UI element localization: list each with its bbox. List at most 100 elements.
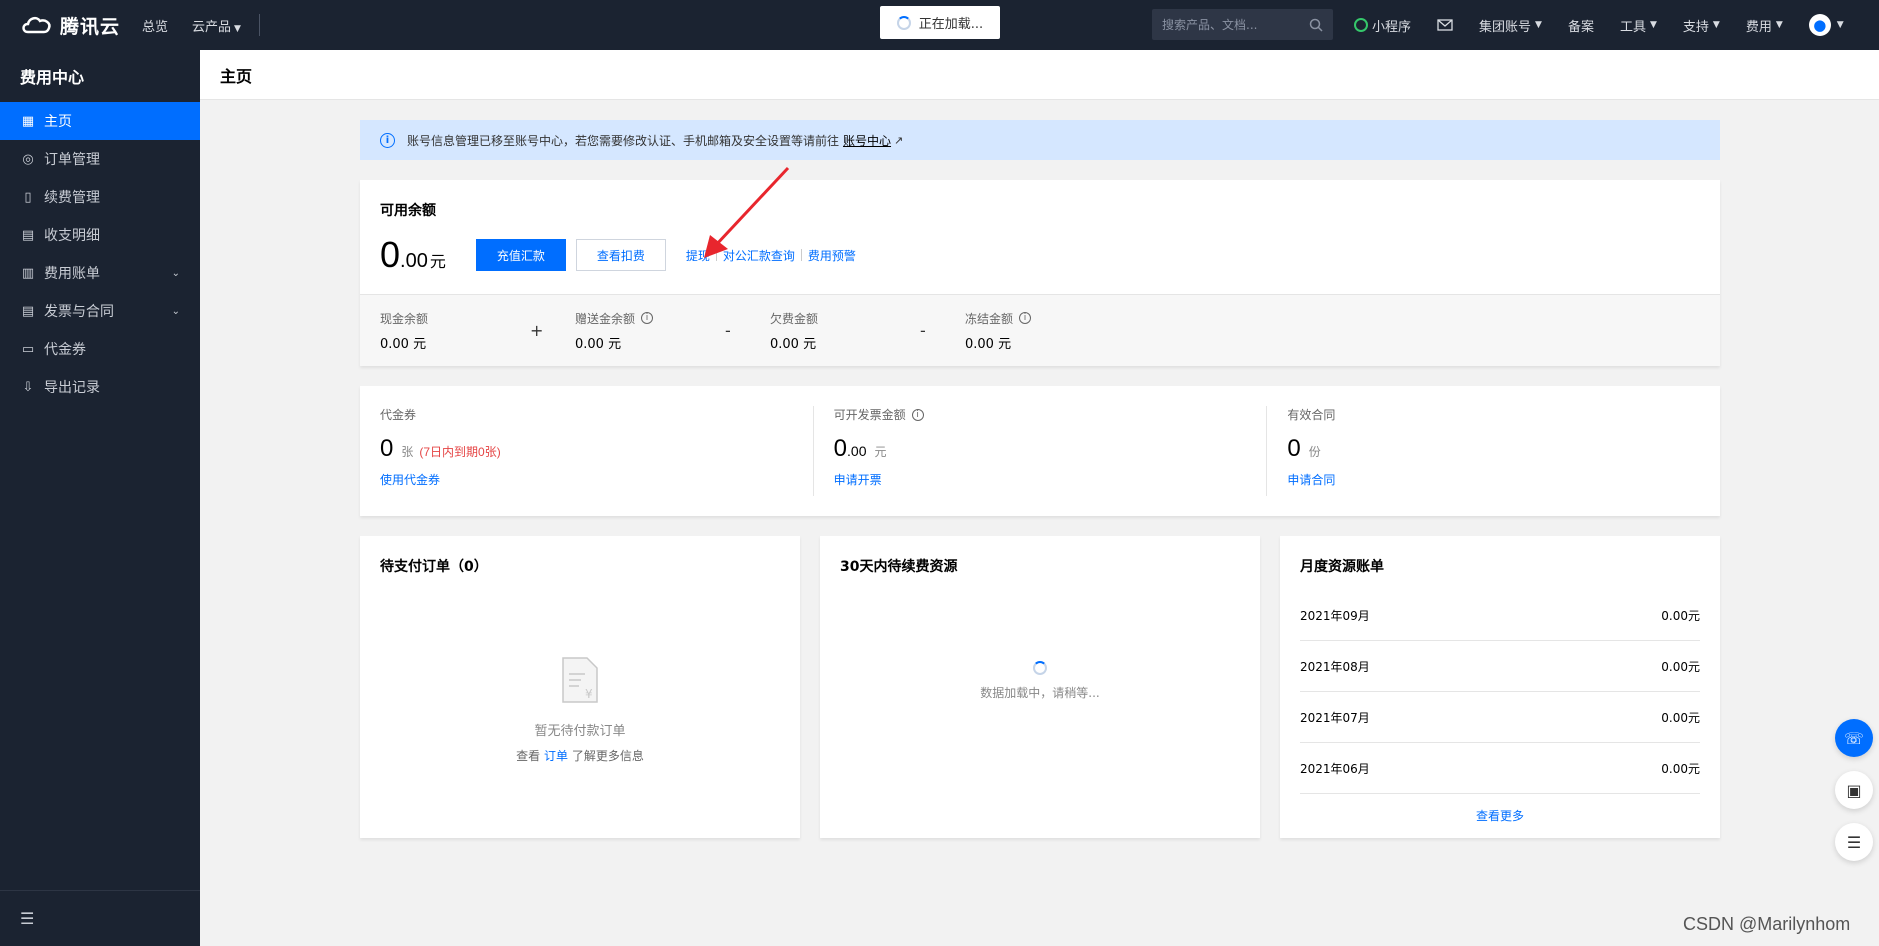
book-icon[interactable]: ▣ [1835, 771, 1873, 809]
search-icon[interactable] [1309, 18, 1323, 32]
stats-card: 代金券 0 张 (7日内到期0张) 使用代金券 可开发票金额 i 0.00 元 申请开票… [360, 386, 1720, 516]
bill-amount: 0.00元 [1661, 710, 1700, 725]
cash-balance: 现金余额 0.00 元 [380, 310, 530, 352]
sidebar-item-export[interactable]: ⇩ 导出记录 [0, 368, 200, 406]
contract-count: 0 [1287, 435, 1301, 462]
view-more-link[interactable]: 查看更多 [1280, 807, 1720, 824]
minus-operator: - [725, 321, 731, 340]
info-icon[interactable]: i [641, 312, 654, 324]
nav-icp-label: 备案 [1567, 19, 1594, 35]
gift-balance-label: 赠送金余额 [575, 311, 636, 326]
bill-row[interactable]: 2021年06月 0.00元 [1300, 743, 1700, 794]
sidebar-item-orders[interactable]: ◎ 订单管理 [0, 140, 200, 178]
brand-name: 腾讯云 [60, 15, 121, 38]
nav-tools[interactable]: 工具 ▼ [1620, 16, 1657, 35]
nav-tools-label: 工具 [1619, 19, 1646, 35]
voucher-icon: ▭ [21, 341, 35, 357]
sidebar-item-voucher[interactable]: ▭ 代金券 [0, 330, 200, 368]
external-link-icon: ↗ [894, 133, 904, 147]
bill-month: 2021年08月 [1300, 659, 1370, 674]
notice-text: 账号信息管理已移至账号中心，若您需要修改认证、手机邮箱及安全设置等请前往 [407, 133, 840, 148]
detail-icon: ▤ [21, 227, 35, 243]
info-icon[interactable]: i [1019, 312, 1032, 324]
caret-down-icon: ▼ [234, 23, 241, 34]
caret-down-icon: ▼ [1836, 20, 1844, 30]
nav-icp[interactable]: 备案 [1568, 16, 1594, 35]
bill-row[interactable]: 2021年08月 0.00元 [1300, 641, 1700, 692]
document-yen-icon: ¥ [562, 657, 598, 703]
nav-miniprogram-label: 小程序 [1372, 19, 1412, 35]
apply-invoice-link[interactable]: 申请开票 [834, 471, 1267, 488]
account-center-link[interactable]: 账号中心 [843, 132, 891, 149]
bill-amount: 0.00元 [1661, 659, 1700, 674]
arrears-label: 欠费金额 [770, 311, 819, 326]
spinner-icon [896, 15, 911, 30]
view-deductions-button[interactable]: 查看扣费 [575, 239, 666, 271]
user-menu[interactable]: ● ▼ [1808, 14, 1844, 36]
sidebar-item-home[interactable]: ▦ 主页 [0, 102, 200, 140]
list-icon[interactable]: ☰ [1835, 823, 1873, 861]
nav-miniprogram[interactable]: 小程序 [1354, 16, 1411, 35]
caret-down-icon: ▼ [1775, 20, 1783, 30]
use-voucher-link[interactable]: 使用代金券 [380, 471, 813, 488]
nav-support[interactable]: 支持 ▼ [1683, 16, 1720, 35]
customer-service-icon[interactable]: ☏ [1835, 719, 1873, 757]
invoice-icon: ▤ [21, 303, 35, 319]
cost-alert-link[interactable]: 费用预警 [808, 247, 856, 264]
nav-group-account[interactable]: 集团账号 ▼ [1479, 16, 1542, 35]
monthly-bill-title: 月度资源账单 [1300, 559, 1384, 575]
frozen-amount-label: 冻结金额 [965, 311, 1014, 326]
balance-unit: 元 [429, 254, 446, 271]
sidebar-item-label: 发票与合同 [44, 304, 114, 320]
sidebar-item-label: 费用账单 [44, 266, 100, 282]
recharge-button[interactable]: 充值汇款 [475, 239, 566, 271]
balance-card: 可用余额 0.00 元 充值汇款 查看扣费 提现 对公汇款查询 费用预警 现金余额… [360, 180, 1720, 366]
gift-balance: 赠送金余额 i 0.00 元 [575, 310, 725, 352]
plus-operator: + [530, 321, 544, 340]
info-icon[interactable]: i [911, 408, 924, 421]
invoice-unit: 元 [874, 445, 887, 459]
nav-billing[interactable]: 费用 ▼ [1746, 16, 1783, 35]
collapse-sidebar-icon[interactable]: ☰ [0, 890, 200, 946]
bill-row[interactable]: 2021年09月 0.00元 [1300, 590, 1700, 641]
voucher-expiry-warning: (7日内到期0张) [419, 445, 501, 459]
apply-contract-link[interactable]: 申请合同 [1287, 471, 1720, 488]
bill-row[interactable]: 2021年07月 0.00元 [1300, 692, 1700, 743]
cloud-logo-icon [22, 16, 51, 34]
bill-amount: 0.00元 [1661, 761, 1700, 776]
invoice-dec: .00 [847, 443, 867, 459]
main-content: i 账号信息管理已移至账号中心，若您需要修改认证、手机邮箱及安全设置等请前往 账… [360, 120, 1720, 838]
grid-icon: ▦ [21, 113, 35, 129]
sidebar-item-renewal[interactable]: ▯ 续费管理 [0, 178, 200, 216]
link-separator [800, 249, 802, 261]
search-input[interactable]: 搜索产品、文档... [1152, 9, 1333, 40]
export-icon: ⇩ [22, 379, 34, 395]
page-title: 主页 [200, 50, 1879, 100]
chevron-down-icon: ⌄ [171, 305, 180, 317]
orders-link[interactable]: 订单 [544, 749, 568, 763]
loading-toast: 正在加载... [880, 6, 1000, 39]
invoice-int: 0 [833, 435, 848, 462]
caret-down-icon: ▼ [1649, 20, 1657, 30]
logo[interactable]: 腾讯云 [0, 12, 136, 39]
avatar-icon: ● [1808, 14, 1831, 36]
frozen-amount-value: 0.00 元 [965, 336, 1012, 352]
cash-balance-label: 现金余额 [380, 311, 429, 326]
contract-unit: 份 [1308, 445, 1321, 459]
spinner-icon [1033, 661, 1047, 675]
sidebar-item-label: 主页 [44, 114, 72, 130]
cash-balance-value: 0.00 元 [380, 336, 427, 352]
sidebar-item-transactions[interactable]: ▤ 收支明细 [0, 216, 200, 254]
nav-overview[interactable]: 总览 [142, 16, 168, 35]
arrears: 欠费金额 0.00 元 [770, 310, 920, 352]
sidebar-item-bills[interactable]: ▥ 费用账单 ⌄ [0, 254, 200, 292]
empty-sub-before: 查看 [516, 749, 541, 763]
pending-orders-title: 待支付订单（0） [380, 559, 488, 575]
mail-icon[interactable] [1437, 19, 1453, 31]
coin-icon: ◎ [22, 151, 34, 167]
loading-text: 正在加载... [918, 17, 984, 32]
caret-down-icon: ▼ [1535, 20, 1542, 30]
nav-products[interactable]: 云产品 ▼ [192, 16, 241, 35]
sidebar-item-invoice[interactable]: ▤ 发票与合同 ⌄ [0, 292, 200, 330]
sidebar-item-label: 订单管理 [44, 152, 100, 168]
